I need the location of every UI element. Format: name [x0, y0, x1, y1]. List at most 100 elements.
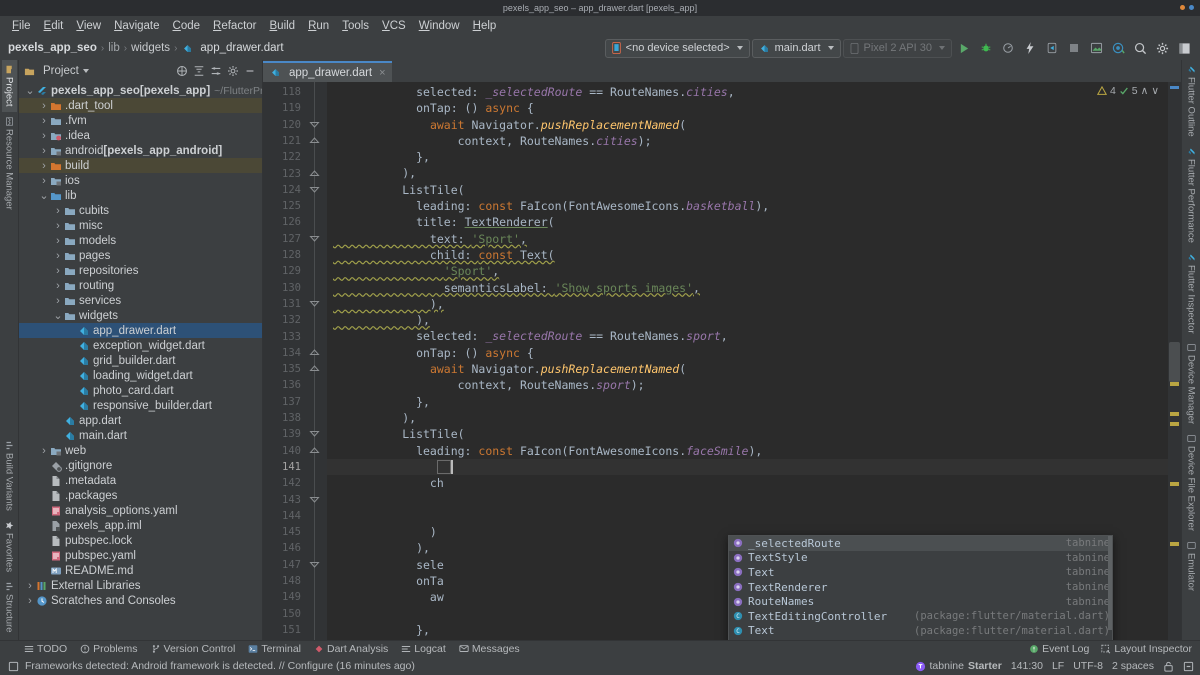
chevron-right-icon[interactable]: ›: [25, 580, 35, 592]
error-stripe-marker[interactable]: [1170, 412, 1179, 416]
autocomplete-item[interactable]: RouteNames tabnine: [729, 594, 1112, 609]
tool-window-dart-analysis[interactable]: Dart Analysis: [314, 643, 388, 655]
line-separator[interactable]: LF: [1052, 660, 1064, 672]
menu-item-vcs[interactable]: VCS: [376, 18, 412, 34]
code-line[interactable]: 'Sport',: [327, 263, 1168, 279]
tree-node[interactable]: › models: [19, 233, 262, 248]
sidebar-item-device-file-explorer[interactable]: Device File Explorer: [1184, 429, 1199, 536]
status-message[interactable]: Frameworks detected: Android framework i…: [25, 660, 415, 672]
tree-node[interactable]: grid_builder.dart: [19, 353, 262, 368]
maximize-dot-icon[interactable]: [1189, 5, 1194, 10]
chevron-down-icon[interactable]: ⌄: [25, 85, 35, 96]
menu-item-tools[interactable]: Tools: [336, 18, 375, 34]
menu-item-navigate[interactable]: Navigate: [108, 18, 165, 34]
autocomplete-item[interactable]: CTextStyle(package:flutter/material.dart…: [729, 638, 1112, 640]
error-stripe[interactable]: [1168, 82, 1181, 640]
autocomplete-item[interactable]: _selectedRoute tabnine: [729, 536, 1112, 551]
autocomplete-item[interactable]: TextRenderer tabnine: [729, 580, 1112, 595]
tree-node[interactable]: app.dart: [19, 413, 262, 428]
breadcrumb-project[interactable]: pexels_app_seo: [8, 42, 97, 54]
fold-expand-icon[interactable]: [309, 168, 320, 179]
autocomplete-item[interactable]: C TextEditingController (package:flutter/m…: [729, 609, 1112, 624]
sidebar-item-device-manager[interactable]: Device Manager: [1184, 338, 1199, 429]
inspection-level-icon[interactable]: [1183, 661, 1194, 672]
window-controls[interactable]: [1180, 5, 1194, 10]
autocomplete-item[interactable]: C Text (package:flutter/material.dart): [729, 624, 1112, 639]
tree-node[interactable]: ⌄ widgets: [19, 308, 262, 323]
fold-collapse-icon[interactable]: [309, 298, 320, 309]
error-stripe-marker[interactable]: [1170, 542, 1179, 546]
chevron-right-icon[interactable]: ›: [39, 445, 49, 457]
error-stripe-marker[interactable]: [1170, 86, 1179, 89]
tree-node[interactable]: analysis_options.yaml: [19, 503, 262, 518]
chevron-right-icon[interactable]: ›: [39, 160, 49, 172]
settings-icon[interactable]: [1152, 38, 1172, 58]
tool-window-logcat[interactable]: Logcat: [401, 643, 446, 655]
code-line[interactable]: title: TextRenderer(: [327, 214, 1168, 230]
project-tree[interactable]: ⌄ pexels_app_seo [pexels_app]~/FlutterPro…: [19, 82, 262, 640]
chevron-right-icon[interactable]: ›: [39, 100, 49, 112]
avd-selector[interactable]: Pixel 2 API 30: [842, 38, 952, 58]
tree-node[interactable]: pubspec.lock: [19, 533, 262, 548]
menu-item-refactor[interactable]: Refactor: [207, 18, 262, 34]
code-line[interactable]: ch: [327, 475, 1168, 491]
device-screenshot-icon[interactable]: [1086, 38, 1106, 58]
error-stripe-marker[interactable]: [1170, 482, 1179, 486]
tool-window-layout-inspector[interactable]: Layout Inspector: [1101, 643, 1192, 655]
tree-node[interactable]: › misc: [19, 218, 262, 233]
autocomplete-item[interactable]: TextStyle tabnine: [729, 551, 1112, 566]
tree-node[interactable]: › .idea: [19, 128, 262, 143]
code-line[interactable]: context, RouteNames.sport);: [327, 377, 1168, 393]
code-line[interactable]: ListTile(: [327, 182, 1168, 198]
fold-expand-icon[interactable]: [309, 445, 320, 456]
stop-icon[interactable]: [1064, 38, 1084, 58]
chevron-right-icon[interactable]: ›: [53, 265, 63, 277]
menu-item-help[interactable]: Help: [467, 18, 503, 34]
menu-item-file[interactable]: File: [6, 18, 37, 34]
run-icon[interactable]: [954, 38, 974, 58]
code-line[interactable]: ),: [327, 410, 1168, 426]
error-stripe-marker[interactable]: [1170, 382, 1179, 386]
editor-gutter[interactable]: 118 119 120 121 122 123 124 125 126 127 128 129 130 1…: [263, 82, 327, 640]
chevron-right-icon[interactable]: ›: [53, 220, 63, 232]
tree-node[interactable]: › .fvm: [19, 113, 262, 128]
indent-setting[interactable]: 2 spaces: [1112, 660, 1154, 672]
flutter-hot-reload-icon[interactable]: [1020, 38, 1040, 58]
autocomplete-popup[interactable]: _selectedRoute tabnine TextStyle tabnine Tex…: [728, 535, 1113, 640]
chevron-right-icon[interactable]: ›: [39, 115, 49, 127]
menu-item-run[interactable]: Run: [302, 18, 335, 34]
menu-item-build[interactable]: Build: [264, 18, 302, 34]
code-line[interactable]: ListTile(: [327, 426, 1168, 442]
chevron-right-icon[interactable]: ›: [39, 130, 49, 142]
debug-icon[interactable]: [976, 38, 996, 58]
fold-collapse-icon[interactable]: [309, 428, 320, 439]
device-selector[interactable]: <no device selected>: [604, 38, 750, 58]
code-line[interactable]: leading: const FaIcon(FontAwesomeIcons.f…: [327, 443, 1168, 459]
expand-all-icon[interactable]: [193, 65, 205, 77]
tool-window-terminal[interactable]: Terminal: [248, 643, 301, 655]
hide-icon[interactable]: [244, 65, 256, 77]
tree-node[interactable]: pubspec.yaml: [19, 548, 262, 563]
fold-collapse-icon[interactable]: [309, 119, 320, 130]
fold-collapse-icon[interactable]: [309, 559, 320, 570]
tree-node[interactable]: › web: [19, 443, 262, 458]
breadcrumb-lib[interactable]: lib: [108, 42, 120, 54]
sidebar-item-flutter-performance[interactable]: Flutter Performance: [1184, 142, 1199, 248]
tree-node[interactable]: ⌄ pexels_app_seo [pexels_app]~/FlutterPro…: [19, 83, 262, 98]
tree-node[interactable]: loading_widget.dart: [19, 368, 262, 383]
code-line[interactable]: child: const Text(: [327, 247, 1168, 263]
chevron-down-icon[interactable]: [82, 69, 89, 73]
sidebar-item-emulator[interactable]: Emulator: [1184, 536, 1199, 596]
menu-item-view[interactable]: View: [70, 18, 107, 34]
tree-node[interactable]: › External Libraries: [19, 578, 262, 593]
tree-node[interactable]: › routing: [19, 278, 262, 293]
tool-window-problems[interactable]: Problems: [80, 643, 138, 655]
chevron-right-icon[interactable]: ›: [53, 280, 63, 292]
code-line[interactable]: },: [327, 149, 1168, 165]
tree-node[interactable]: exception_widget.dart: [19, 338, 262, 353]
tool-window-messages[interactable]: Messages: [459, 643, 520, 655]
open-devtools-icon[interactable]: [1108, 38, 1128, 58]
code-line[interactable]: onTap: () async {: [327, 345, 1168, 361]
chevron-right-icon[interactable]: ›: [53, 235, 63, 247]
code-line[interactable]: selected: _selectedRoute == RouteNames.c…: [327, 84, 1168, 100]
